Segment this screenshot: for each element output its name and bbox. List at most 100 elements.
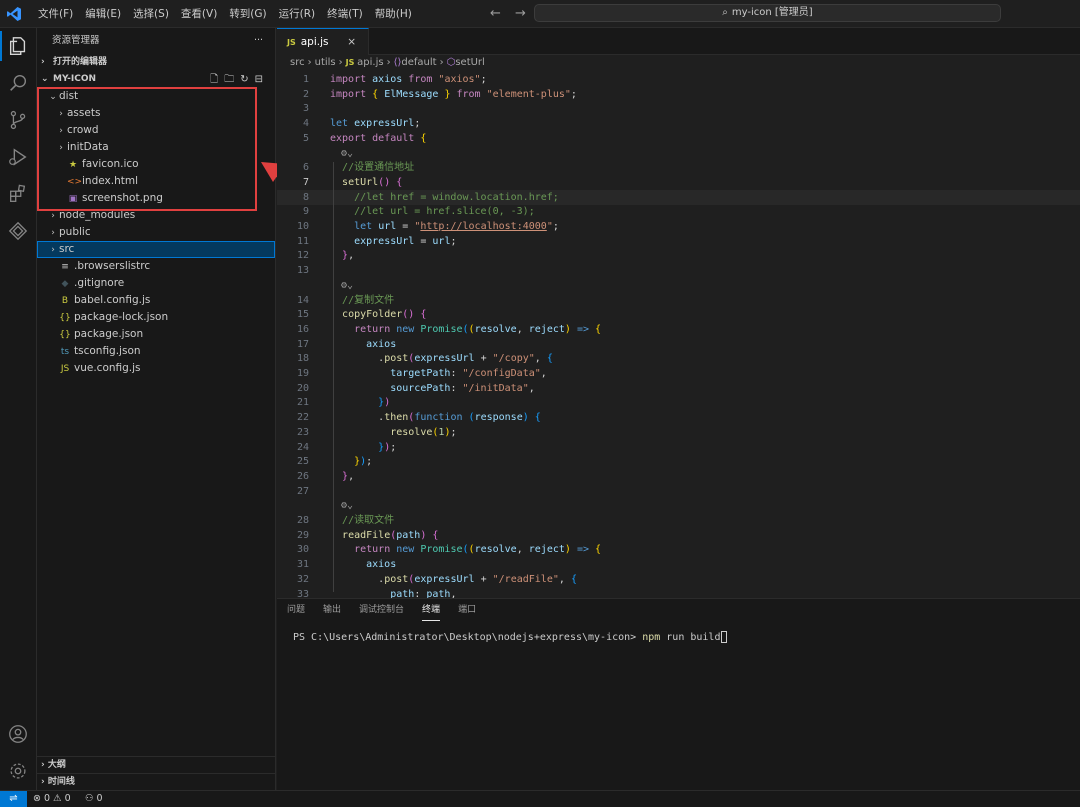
timeline-section[interactable]: › 时间线 xyxy=(37,773,276,790)
tree-item[interactable]: ⌄ dist xyxy=(37,88,275,105)
code-text: let expressUrl; xyxy=(330,118,421,129)
code-line: 8 //let href = window.location.href; xyxy=(277,190,1080,205)
code-text: let url = "http://localhost:4000"; xyxy=(354,221,559,232)
tree-item[interactable]: {} package.json xyxy=(37,326,275,343)
menu-item[interactable]: 帮助(H) xyxy=(369,0,418,28)
tree-item[interactable]: › assets xyxy=(37,105,275,122)
run-debug-icon[interactable] xyxy=(7,146,29,168)
breadcrumb-utils[interactable]: utils xyxy=(315,57,336,68)
tree-item[interactable]: ts tsconfig.json xyxy=(37,343,275,360)
tree-item-label: index.html xyxy=(82,175,138,187)
code-editor[interactable]: 1 import axios from "axios"; 2 import { ElM… xyxy=(277,72,1080,598)
extensions-icon[interactable] xyxy=(7,183,29,205)
tree-item[interactable]: <>index.html xyxy=(37,173,275,190)
codelens-icon[interactable]: ⚙⌄ xyxy=(341,146,353,161)
chevron-right-icon: › xyxy=(51,211,55,221)
code-text: path: path, xyxy=(390,589,457,598)
line-number: 22 xyxy=(296,412,309,423)
code-text: //复制文件 xyxy=(342,295,395,306)
menu-item[interactable]: 文件(F) xyxy=(32,0,79,28)
vscode-logo-icon xyxy=(7,7,21,21)
panel-tab[interactable]: 输出 xyxy=(323,599,341,621)
panel-tab[interactable]: 终端 xyxy=(422,599,441,621)
title-bar: 文件(F) 编辑(E) 选择(S) 查看(V) 转到(G) 运行(R) 终端(T) 帮助(H)… xyxy=(0,0,1080,28)
breadcrumb-method[interactable]: setUrl xyxy=(455,57,485,68)
back-arrow-icon[interactable]: ← xyxy=(490,6,501,21)
codelens-icon[interactable]: ⚙⌄ xyxy=(341,278,353,293)
line-number: 11 xyxy=(296,236,309,247)
command-center-search[interactable]: ⌕ my-icon [管理员] xyxy=(534,4,1001,22)
code-text: axios xyxy=(366,559,397,570)
tree-item[interactable]: ≡ .browserslistrc xyxy=(37,258,275,275)
tab-api-js[interactable]: JS api.js × xyxy=(277,28,369,55)
menu-item[interactable]: 终端(T) xyxy=(321,0,369,28)
tree-item[interactable]: ★ favicon.ico xyxy=(37,156,275,173)
menu-item[interactable]: 查看(V) xyxy=(175,0,223,28)
open-editors-section[interactable]: › 打开的编辑器 xyxy=(37,54,275,71)
project-section[interactable]: ⌄ MY-ICON 🗋🗀↻⊟ xyxy=(37,71,275,88)
tree-item[interactable]: JS vue.config.js xyxy=(37,360,275,377)
ports-status[interactable]: ⚇ 0 xyxy=(85,791,103,807)
line-number: 31 xyxy=(296,559,309,570)
new-file-icon[interactable]: 🗋 xyxy=(210,74,224,85)
tree-item[interactable]: ◆ .gitignore xyxy=(37,275,275,292)
code-text: return new Promise((resolve, reject) => … xyxy=(354,544,602,555)
breadcrumb-default[interactable]: default xyxy=(401,57,436,68)
file-icon: {} xyxy=(59,313,71,323)
refresh-icon[interactable]: ↻ xyxy=(240,74,254,85)
tree-item[interactable]: › node_modules xyxy=(37,207,275,224)
tree-item[interactable]: › src xyxy=(37,241,275,258)
chevron-right-icon: › xyxy=(386,57,391,68)
breadcrumb-file[interactable]: api.js xyxy=(357,57,383,68)
code-text: import { ElMessage } from "element-plus"… xyxy=(330,89,577,100)
code-line: 22 .then(function (response) { xyxy=(277,410,1080,425)
remote-indicator-icon[interactable]: ⇌ xyxy=(0,791,27,807)
explorer-icon[interactable] xyxy=(0,31,29,61)
tree-item[interactable]: {} package-lock.json xyxy=(37,309,275,326)
code-text: //设置通信地址 xyxy=(342,162,415,173)
editor-area: JS api.js × src › utils › JS api.js › ⟨⟩default… xyxy=(277,28,1080,598)
menu-item[interactable]: 编辑(E) xyxy=(79,0,127,28)
collapse-all-icon[interactable]: ⊟ xyxy=(255,74,269,85)
outline-section[interactable]: › 大纲 xyxy=(37,756,276,773)
bottom-panel: 问题 输出 调试控制台 终端 端口 PS C:\Users\Administrator\… xyxy=(277,598,1080,790)
line-number: 3 xyxy=(302,103,309,114)
remote-explorer-icon[interactable] xyxy=(7,220,29,242)
problems-status[interactable]: ⊗ 0 ⚠ 0 xyxy=(33,791,71,807)
terminal-output[interactable]: PS C:\Users\Administrator\Desktop\nodejs… xyxy=(293,631,728,643)
code-text: sourcePath: "/initData", xyxy=(390,383,535,394)
tab-label: api.js xyxy=(300,36,329,48)
source-control-icon[interactable] xyxy=(7,109,29,131)
settings-gear-icon[interactable] xyxy=(7,760,29,782)
codelens-icon[interactable]: ⚙⌄ xyxy=(341,498,353,513)
new-folder-icon[interactable]: 🗀 xyxy=(224,74,240,85)
tree-item[interactable]: › public xyxy=(37,224,275,241)
file-icon: <> xyxy=(67,177,83,187)
panel-tab[interactable]: 端口 xyxy=(458,599,476,621)
breadcrumb-src[interactable]: src xyxy=(290,57,305,68)
file-icon: ◆ xyxy=(61,279,69,289)
search-icon[interactable] xyxy=(7,72,29,94)
code-text: copyFolder() { xyxy=(342,309,427,320)
line-number: 16 xyxy=(296,324,309,335)
code-text: export default { xyxy=(330,133,427,144)
tree-item[interactable]: ▣ screenshot.png xyxy=(37,190,275,207)
more-actions-icon[interactable]: ··· xyxy=(254,28,263,54)
file-icon: ts xyxy=(60,347,70,357)
tree-item-label: assets xyxy=(67,107,101,119)
menu-item[interactable]: 选择(S) xyxy=(127,0,175,28)
line-number: 20 xyxy=(296,383,309,394)
tree-item[interactable]: › initData xyxy=(37,139,275,156)
nav-arrows: ← → xyxy=(490,6,536,21)
close-icon[interactable]: × xyxy=(347,29,356,55)
menu-item[interactable]: 运行(R) xyxy=(273,0,322,28)
tree-item[interactable]: › crowd xyxy=(37,122,275,139)
forward-arrow-icon[interactable]: → xyxy=(515,6,526,21)
tree-item[interactable]: Bbabel.config.js xyxy=(37,292,275,309)
panel-tab[interactable]: 问题 xyxy=(287,599,305,621)
menu-item[interactable]: 转到(G) xyxy=(223,0,272,28)
panel-tab[interactable]: 调试控制台 xyxy=(359,599,404,621)
code-line: 17 axios xyxy=(277,337,1080,352)
account-icon[interactable] xyxy=(7,723,29,745)
js-file-icon: JS xyxy=(345,58,358,67)
